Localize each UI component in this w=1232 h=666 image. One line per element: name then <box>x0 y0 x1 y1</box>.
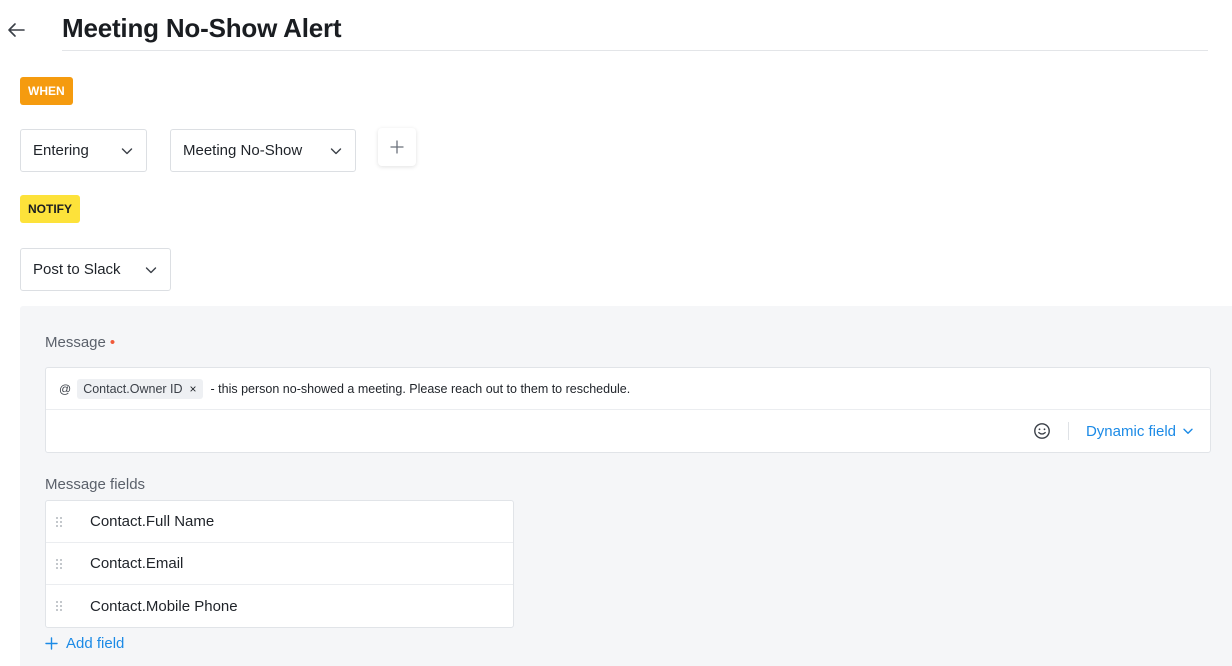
add-field-label: Add field <box>66 635 125 652</box>
required-indicator: • <box>109 334 116 351</box>
message-field-label: Contact.Mobile Phone <box>90 597 238 615</box>
message-label: Message • <box>45 334 116 351</box>
message-input[interactable]: @ Contact.Owner ID × - this person no-sh… <box>46 368 1210 410</box>
message-field-label: Contact.Email <box>90 555 184 572</box>
chip-remove-button[interactable]: × <box>190 382 197 396</box>
message-field-row[interactable]: Contact.Full Name <box>46 501 513 543</box>
when-badge: WHEN <box>20 77 73 105</box>
dynamic-field-dropdown[interactable]: Dynamic field <box>1086 423 1194 440</box>
chevron-down-icon <box>145 266 157 273</box>
drag-handle-icon[interactable] <box>54 515 64 529</box>
drag-handle-icon[interactable] <box>54 557 64 571</box>
dynamic-field-chip: Contact.Owner ID × <box>77 378 203 399</box>
add-condition-button[interactable] <box>378 128 416 166</box>
message-toolbar: Dynamic field <box>1033 410 1210 452</box>
message-field-label: Contact.Full Name <box>90 513 215 530</box>
header-divider <box>62 50 1208 51</box>
notify-channel-value: Post to Slack <box>33 261 121 278</box>
chevron-down-icon <box>330 147 342 154</box>
add-field-button[interactable]: Add field <box>45 635 124 652</box>
notify-badge: NOTIFY <box>20 195 80 223</box>
trigger-select[interactable]: Entering <box>20 129 147 172</box>
notify-channel-select[interactable]: Post to Slack <box>20 248 171 291</box>
message-text: - this person no-showed a meeting. Pleas… <box>210 381 631 396</box>
message-field-row[interactable]: Contact.Mobile Phone <box>46 585 513 627</box>
event-select[interactable]: Meeting No-Show <box>170 129 356 172</box>
chip-label: Contact.Owner ID <box>83 381 183 396</box>
mention-at-symbol: @ <box>59 381 72 396</box>
back-arrow-icon[interactable] <box>4 18 28 42</box>
dynamic-field-label: Dynamic field <box>1085 422 1176 440</box>
page-title: Meeting No-Show Alert <box>62 13 342 43</box>
message-editor[interactable]: @ Contact.Owner ID × - this person no-sh… <box>45 367 1211 453</box>
event-select-value: Meeting No-Show <box>183 142 303 159</box>
drag-handle-icon[interactable] <box>54 599 64 613</box>
toolbar-divider <box>1067 422 1069 440</box>
chevron-down-icon <box>1183 428 1193 434</box>
plus-icon <box>45 637 58 650</box>
message-fields-label: Message fields <box>45 476 146 493</box>
emoji-icon[interactable] <box>1033 422 1051 440</box>
trigger-select-value: Entering <box>33 142 89 159</box>
plus-icon <box>390 140 404 154</box>
message-field-row[interactable]: Contact.Email <box>46 543 513 585</box>
chevron-down-icon <box>121 147 133 154</box>
message-fields-list: Contact.Full Name Contact.Email Contact.… <box>45 500 514 628</box>
